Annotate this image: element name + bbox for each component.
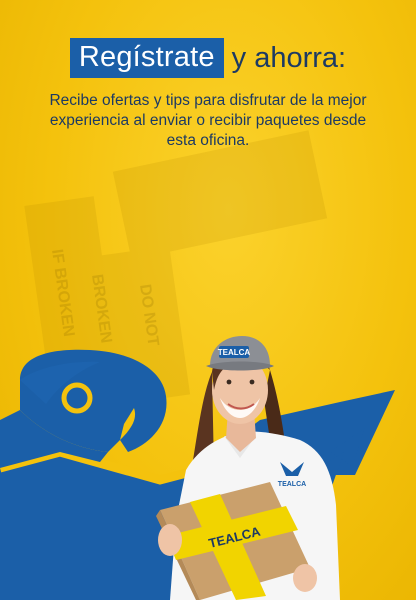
headline-rest: y ahorra: bbox=[231, 42, 347, 74]
hero-illustration: TEALCA TEALCA TEALCA bbox=[0, 336, 395, 600]
headline: Regístrate y ahorra: bbox=[0, 38, 416, 78]
cap-logo-text: TEALCA bbox=[218, 348, 251, 357]
shirt-logo-text: TEALCA bbox=[278, 481, 306, 488]
delivery-woman-illustration: TEALCA TEALCA TEALCA bbox=[156, 336, 340, 600]
headline-highlight: Regístrate bbox=[69, 38, 224, 78]
promo-banner: DO NOT BROKEN IF BROKEN TEALCA TEALCA TE… bbox=[0, 0, 416, 600]
subtitle: Recibe ofertas y tips para disfrutar de … bbox=[49, 92, 367, 149]
